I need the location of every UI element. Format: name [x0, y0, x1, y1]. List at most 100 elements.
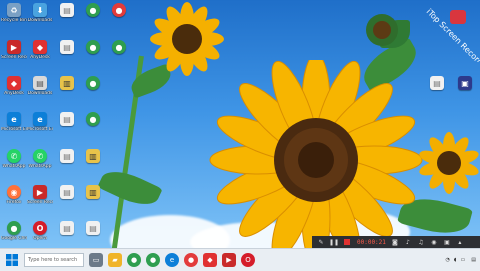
icon-label: Opera: [33, 236, 47, 241]
sunflower-main: [209, 60, 423, 248]
folder-icon: ⬇: [33, 3, 47, 17]
file-explorer-icon[interactable]: ▰: [108, 253, 122, 267]
chrome-icon[interactable]: ●: [146, 253, 160, 267]
desktop-icon-file-6[interactable]: ▤: [54, 185, 80, 215]
desktop-icon-firefox[interactable]: ◉ Firefox: [1, 185, 27, 215]
chrome-icon: ●: [86, 40, 100, 54]
volume-icon[interactable]: ◖: [454, 257, 457, 263]
desktop-icon-downloads[interactable]: ⬇ Downloads: [27, 3, 53, 33]
icon-label: Screen Recorder: [27, 200, 53, 205]
desktop-icon-file-3[interactable]: ▥: [54, 76, 80, 106]
whatsapp-icon: ✆: [7, 149, 21, 163]
desktop-icon-chrome-3[interactable]: ●: [80, 40, 106, 70]
screen-recorder-icon: ▶: [7, 40, 21, 54]
opera-icon[interactable]: O: [241, 253, 255, 267]
desktop-icon-file-10[interactable]: ▤: [80, 221, 106, 248]
document-icon: ▤: [430, 76, 444, 90]
itop-recorder-icon: ●: [112, 3, 126, 17]
taskbar-search-input[interactable]: Type here to search: [24, 253, 84, 267]
desktop-icon-file-4[interactable]: ▤: [54, 112, 80, 142]
desktop-icon-whatsapp[interactable]: ✆ WhatsApp: [1, 149, 27, 179]
wifi-icon[interactable]: ◔: [446, 257, 450, 263]
document-icon: ▤: [60, 185, 74, 199]
desktop-icon-file-9[interactable]: ▥: [80, 185, 106, 215]
desktop-icon-recorder-2[interactable]: ▶ Screen Recorder: [27, 185, 53, 215]
icon-label: Screen Recorder: [1, 55, 27, 60]
desktop-icon-chrome-4[interactable]: ●: [80, 76, 106, 106]
chrome-icon: ●: [86, 112, 100, 126]
desktop-icon-anydesk[interactable]: ◆ AnyDesk: [1, 76, 27, 106]
recording-time: 00:00:21: [357, 238, 386, 246]
desktop-icon-chrome-5[interactable]: ●: [80, 112, 106, 142]
desktop-icon-file-8[interactable]: ▥: [80, 149, 106, 179]
icon-label: WhatsApp: [28, 164, 52, 169]
desktop-icon-edge[interactable]: e Microsoft Edge: [1, 112, 27, 142]
icon-label: AnyDesk: [30, 55, 50, 60]
chrome-icon: ●: [86, 76, 100, 90]
desktop-icon-file-2[interactable]: ▤: [54, 40, 80, 70]
desktop-icon-edge-2[interactable]: e Microsoft Edge: [27, 112, 53, 142]
screenshot-icon[interactable]: ▣: [443, 238, 451, 246]
chrome-icon[interactable]: ●: [127, 253, 141, 267]
desktop-icon-screen-recorder[interactable]: ▶ Screen Recorder: [1, 40, 27, 70]
document-icon: ▤: [33, 76, 47, 90]
whatsapp-icon: ✆: [33, 149, 47, 163]
sunflower-leaf: [97, 163, 163, 213]
start-button[interactable]: [4, 252, 20, 268]
camera-icon[interactable]: ◙: [391, 238, 399, 246]
anydesk-icon: ◆: [33, 40, 47, 54]
screen-recorder-icon: ▶: [33, 185, 47, 199]
firefox-icon: ◉: [7, 185, 21, 199]
document-icon: ▤: [60, 112, 74, 126]
desktop-icon-file-5[interactable]: ▤: [54, 149, 80, 179]
stop-icon[interactable]: [343, 238, 351, 246]
desktop: ♻ Recycle Bin ▶ Screen Recorder ◆ AnyDes…: [0, 0, 480, 248]
recorder-watermark: iTop Screen Recorder: [420, 2, 480, 73]
microphone-icon[interactable]: ♫: [417, 238, 425, 246]
sunflower-small-right: [419, 132, 479, 194]
icon-label: Microsoft Edge: [27, 127, 53, 132]
windows-icon: [6, 254, 18, 266]
sunflower-small-top: [150, 2, 224, 76]
taskbar: Type here to search ▭ ▰ ● ● e ● ◆ ▶ O ◔ …: [0, 248, 480, 271]
chrome-icon: ●: [86, 3, 100, 17]
anydesk-icon[interactable]: ◆: [203, 253, 217, 267]
pen-icon[interactable]: ✎: [317, 238, 325, 246]
recycle-bin-icon: ♻: [7, 3, 21, 17]
system-tray: ◔ ◖ ▭ ▤: [442, 249, 476, 271]
document-icon: ▤: [60, 3, 74, 17]
notification-icon[interactable]: ▤: [471, 257, 476, 263]
desktop-icon-anydesk-2[interactable]: ◆ AnyDesk: [27, 40, 53, 70]
expand-icon[interactable]: ▴: [456, 238, 464, 246]
desktop-icon-chrome-6[interactable]: ●: [106, 40, 132, 70]
icon-label: WhatsApp: [2, 164, 26, 169]
opera-icon: O: [33, 221, 47, 235]
desktop-icon-opera[interactable]: O Opera: [27, 221, 53, 248]
itop-recorder-icon[interactable]: ●: [184, 253, 198, 267]
pause-icon[interactable]: ❚❚: [329, 238, 339, 246]
webcam-icon[interactable]: ◉: [430, 238, 438, 246]
task-view-icon[interactable]: ▭: [89, 253, 103, 267]
icon-label: AnyDesk: [4, 91, 24, 96]
document-icon: ▤: [60, 40, 74, 54]
desktop-icon-whatsapp-2[interactable]: ✆ WhatsApp: [27, 149, 53, 179]
desktop-icon-itop[interactable]: ●: [106, 3, 132, 33]
desktop-icon-file-1[interactable]: ▤: [54, 3, 80, 33]
desktop-icon-right-1[interactable]: ▤: [424, 76, 450, 106]
desktop-icon-right-2[interactable]: ▣: [452, 76, 478, 106]
desktop-icon-chrome-2[interactable]: ●: [80, 3, 106, 33]
screen-recorder-icon[interactable]: ▶: [222, 253, 236, 267]
desktop-icon-file-7[interactable]: ▤: [54, 221, 80, 248]
speaker-icon[interactable]: ♪: [404, 238, 412, 246]
document-icon: ▤: [60, 149, 74, 163]
icon-label: Microsoft Edge: [1, 127, 27, 132]
desktop-icon-recycle-bin[interactable]: ♻ Recycle Bin: [1, 3, 27, 33]
desktop-icon-chrome[interactable]: ● Google Chrome: [1, 221, 27, 248]
recording-toolbar: ✎ ❚❚ 00:00:21 ◙ ♪ ♫ ◉ ▣ ▴: [312, 236, 480, 248]
edge-icon[interactable]: e: [165, 253, 179, 267]
icon-label: Downloads: [27, 18, 53, 23]
edge-icon: e: [33, 112, 47, 126]
desktop-icon-doc[interactable]: ▤ Downloads: [27, 76, 53, 106]
anydesk-icon: ◆: [7, 76, 21, 90]
battery-icon[interactable]: ▭: [461, 257, 466, 263]
